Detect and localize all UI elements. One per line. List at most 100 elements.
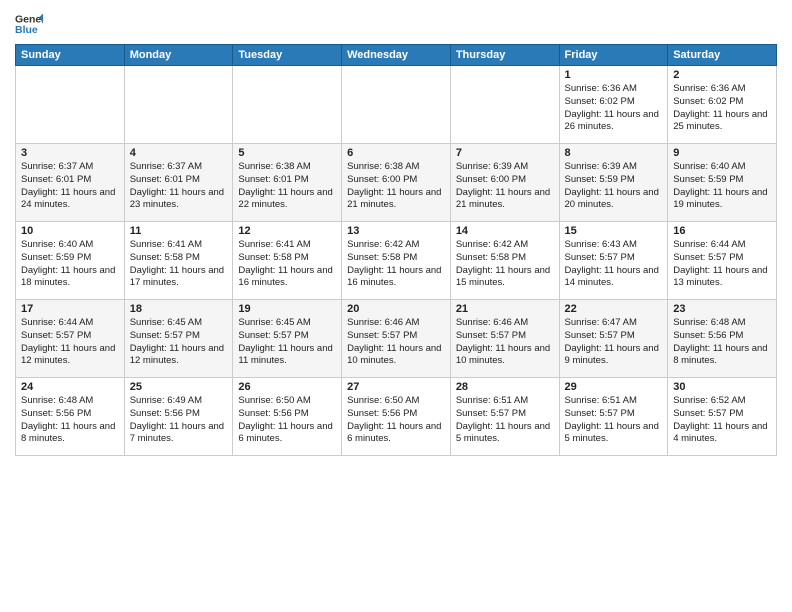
- day-cell: 8 Sunrise: 6:39 AMSunset: 5:59 PMDaylight…: [559, 144, 668, 222]
- day-info: Sunrise: 6:45 AMSunset: 5:57 PMDaylight:…: [130, 317, 228, 368]
- day-info: Sunrise: 6:44 AMSunset: 5:57 PMDaylight:…: [21, 317, 119, 368]
- day-number: 25: [130, 381, 228, 393]
- weekday-header-tuesday: Tuesday: [233, 45, 342, 66]
- day-info: Sunrise: 6:38 AMSunset: 6:00 PMDaylight:…: [347, 161, 445, 212]
- day-cell: 26 Sunrise: 6:50 AMSunset: 5:56 PMDayligh…: [233, 378, 342, 456]
- day-cell: 21 Sunrise: 6:46 AMSunset: 5:57 PMDayligh…: [450, 300, 559, 378]
- day-cell: 19 Sunrise: 6:45 AMSunset: 5:57 PMDayligh…: [233, 300, 342, 378]
- week-row-1: 1 Sunrise: 6:36 AMSunset: 6:02 PMDaylight…: [16, 66, 777, 144]
- day-info: Sunrise: 6:41 AMSunset: 5:58 PMDaylight:…: [238, 239, 336, 290]
- day-info: Sunrise: 6:48 AMSunset: 5:56 PMDaylight:…: [21, 395, 119, 446]
- day-cell: 14 Sunrise: 6:42 AMSunset: 5:58 PMDayligh…: [450, 222, 559, 300]
- day-number: 23: [673, 303, 771, 315]
- day-cell: 15Sunrise: 6:43 AMSunset: 5:57 PMDayligh…: [559, 222, 668, 300]
- day-cell: 25 Sunrise: 6:49 AMSunset: 5:56 PMDayligh…: [124, 378, 233, 456]
- day-number: 7: [456, 147, 554, 159]
- week-row-2: 3Sunrise: 6:37 AMSunset: 6:01 PMDaylight…: [16, 144, 777, 222]
- day-number: 20: [347, 303, 445, 315]
- calendar-page: General Blue SundayMondayTuesdayWednesda…: [0, 0, 792, 612]
- day-cell: 22 Sunrise: 6:47 AMSunset: 5:57 PMDayligh…: [559, 300, 668, 378]
- day-info: Sunrise: 6:46 AMSunset: 5:57 PMDaylight:…: [347, 317, 445, 368]
- day-cell: 27 Sunrise: 6:50 AMSunset: 5:56 PMDayligh…: [342, 378, 451, 456]
- day-number: 4: [130, 147, 228, 159]
- weekday-header-monday: Monday: [124, 45, 233, 66]
- day-info: Sunrise: 6:36 AMSunset: 6:02 PMDaylight:…: [565, 83, 663, 134]
- day-number: 18: [130, 303, 228, 315]
- day-cell: 24 Sunrise: 6:48 AMSunset: 5:56 PMDayligh…: [16, 378, 125, 456]
- day-number: 26: [238, 381, 336, 393]
- week-row-3: 10 Sunrise: 6:40 AMSunset: 5:59 PMDayligh…: [16, 222, 777, 300]
- header: General Blue: [15, 10, 777, 38]
- day-info: Sunrise: 6:39 AMSunset: 5:59 PMDaylight:…: [565, 161, 663, 212]
- day-number: 15: [565, 225, 663, 237]
- day-number: 1: [565, 69, 663, 81]
- day-cell: 10 Sunrise: 6:40 AMSunset: 5:59 PMDayligh…: [16, 222, 125, 300]
- day-cell: 1 Sunrise: 6:36 AMSunset: 6:02 PMDaylight…: [559, 66, 668, 144]
- day-cell: 2Sunrise: 6:36 AMSunset: 6:02 PMDaylight…: [668, 66, 777, 144]
- day-info: Sunrise: 6:51 AMSunset: 5:57 PMDaylight:…: [565, 395, 663, 446]
- day-cell: 11Sunrise: 6:41 AMSunset: 5:58 PMDayligh…: [124, 222, 233, 300]
- day-info: Sunrise: 6:50 AMSunset: 5:56 PMDaylight:…: [238, 395, 336, 446]
- logo: General Blue: [15, 10, 43, 38]
- day-info: Sunrise: 6:52 AMSunset: 5:57 PMDaylight:…: [673, 395, 771, 446]
- day-info: Sunrise: 6:38 AMSunset: 6:01 PMDaylight:…: [238, 161, 336, 212]
- day-info: Sunrise: 6:44 AMSunset: 5:57 PMDaylight:…: [673, 239, 771, 290]
- day-cell: 20 Sunrise: 6:46 AMSunset: 5:57 PMDayligh…: [342, 300, 451, 378]
- day-number: 24: [21, 381, 119, 393]
- day-number: 27: [347, 381, 445, 393]
- day-number: 8: [565, 147, 663, 159]
- day-info: Sunrise: 6:37 AMSunset: 6:01 PMDaylight:…: [21, 161, 119, 212]
- day-info: Sunrise: 6:49 AMSunset: 5:56 PMDaylight:…: [130, 395, 228, 446]
- day-number: 14: [456, 225, 554, 237]
- day-info: Sunrise: 6:41 AMSunset: 5:58 PMDaylight:…: [130, 239, 228, 290]
- day-number: 16: [673, 225, 771, 237]
- week-row-4: 17 Sunrise: 6:44 AMSunset: 5:57 PMDayligh…: [16, 300, 777, 378]
- weekday-header-wednesday: Wednesday: [342, 45, 451, 66]
- day-cell: [233, 66, 342, 144]
- day-info: Sunrise: 6:39 AMSunset: 6:00 PMDaylight:…: [456, 161, 554, 212]
- weekday-header-friday: Friday: [559, 45, 668, 66]
- week-row-5: 24 Sunrise: 6:48 AMSunset: 5:56 PMDayligh…: [16, 378, 777, 456]
- svg-text:Blue: Blue: [15, 24, 38, 36]
- day-cell: 9 Sunrise: 6:40 AMSunset: 5:59 PMDaylight…: [668, 144, 777, 222]
- day-info: Sunrise: 6:47 AMSunset: 5:57 PMDaylight:…: [565, 317, 663, 368]
- day-cell: 5Sunrise: 6:38 AMSunset: 6:01 PMDaylight…: [233, 144, 342, 222]
- weekday-header-sunday: Sunday: [16, 45, 125, 66]
- logo-icon: General Blue: [15, 10, 43, 38]
- day-info: Sunrise: 6:42 AMSunset: 5:58 PMDaylight:…: [456, 239, 554, 290]
- day-cell: 29Sunrise: 6:51 AMSunset: 5:57 PMDayligh…: [559, 378, 668, 456]
- day-cell: 30Sunrise: 6:52 AMSunset: 5:57 PMDayligh…: [668, 378, 777, 456]
- day-cell: 4Sunrise: 6:37 AMSunset: 6:01 PMDaylight…: [124, 144, 233, 222]
- weekday-header-thursday: Thursday: [450, 45, 559, 66]
- day-info: Sunrise: 6:51 AMSunset: 5:57 PMDaylight:…: [456, 395, 554, 446]
- day-number: 10: [21, 225, 119, 237]
- day-cell: [124, 66, 233, 144]
- day-number: 9: [673, 147, 771, 159]
- day-number: 22: [565, 303, 663, 315]
- day-info: Sunrise: 6:48 AMSunset: 5:56 PMDaylight:…: [673, 317, 771, 368]
- weekday-header-saturday: Saturday: [668, 45, 777, 66]
- day-cell: 16 Sunrise: 6:44 AMSunset: 5:57 PMDayligh…: [668, 222, 777, 300]
- day-info: Sunrise: 6:40 AMSunset: 5:59 PMDaylight:…: [21, 239, 119, 290]
- day-cell: 28 Sunrise: 6:51 AMSunset: 5:57 PMDayligh…: [450, 378, 559, 456]
- day-info: Sunrise: 6:50 AMSunset: 5:56 PMDaylight:…: [347, 395, 445, 446]
- day-cell: [450, 66, 559, 144]
- calendar-table: SundayMondayTuesdayWednesdayThursdayFrid…: [15, 44, 777, 456]
- day-number: 17: [21, 303, 119, 315]
- day-number: 21: [456, 303, 554, 315]
- day-cell: 7 Sunrise: 6:39 AMSunset: 6:00 PMDaylight…: [450, 144, 559, 222]
- day-number: 28: [456, 381, 554, 393]
- day-cell: [342, 66, 451, 144]
- day-number: 19: [238, 303, 336, 315]
- weekday-header-row: SundayMondayTuesdayWednesdayThursdayFrid…: [16, 45, 777, 66]
- day-number: 12: [238, 225, 336, 237]
- day-info: Sunrise: 6:45 AMSunset: 5:57 PMDaylight:…: [238, 317, 336, 368]
- day-cell: 18 Sunrise: 6:45 AMSunset: 5:57 PMDayligh…: [124, 300, 233, 378]
- day-cell: 12 Sunrise: 6:41 AMSunset: 5:58 PMDayligh…: [233, 222, 342, 300]
- day-info: Sunrise: 6:46 AMSunset: 5:57 PMDaylight:…: [456, 317, 554, 368]
- day-info: Sunrise: 6:40 AMSunset: 5:59 PMDaylight:…: [673, 161, 771, 212]
- day-cell: 3Sunrise: 6:37 AMSunset: 6:01 PMDaylight…: [16, 144, 125, 222]
- day-number: 13: [347, 225, 445, 237]
- day-number: 6: [347, 147, 445, 159]
- day-info: Sunrise: 6:36 AMSunset: 6:02 PMDaylight:…: [673, 83, 771, 134]
